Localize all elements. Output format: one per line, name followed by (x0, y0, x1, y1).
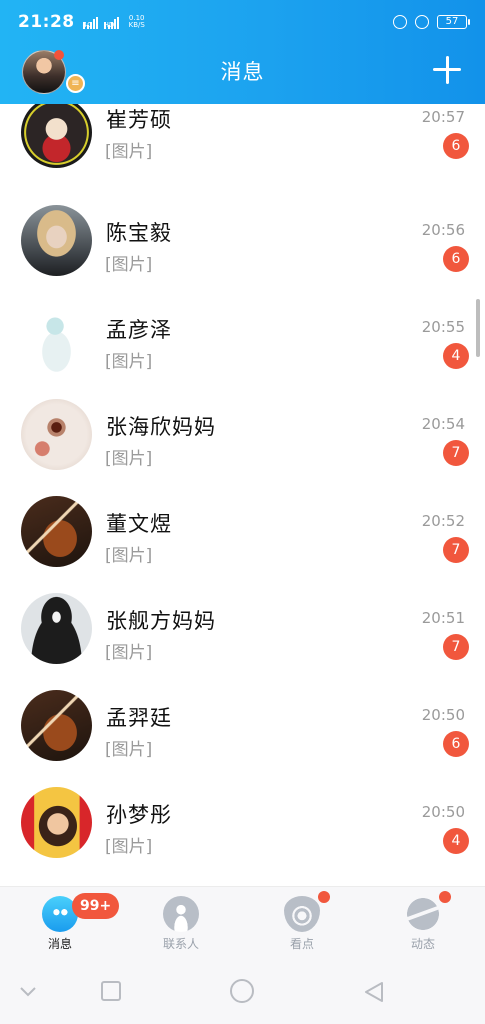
status-bar: 21:28 4G HD 0.10 KB/S 57 (0, 0, 485, 44)
signal-icon: 4G (82, 17, 98, 29)
message-time: 20:55 (421, 318, 465, 336)
contact-name: 陈宝毅 (106, 221, 172, 245)
unread-count-badge: 99+ (72, 893, 120, 919)
avatar (21, 302, 92, 373)
system-nav-bar (0, 958, 485, 1024)
plus-icon[interactable] (433, 56, 461, 84)
message-preview: [图片] (105, 643, 153, 663)
message-preview: [图片] (105, 837, 153, 857)
avatar (21, 787, 92, 858)
chat-row[interactable]: 孟羿廷 [图片] 20:50 6 (0, 666, 485, 763)
avatar (21, 205, 92, 276)
lock-rotation-icon (393, 15, 407, 29)
contact-name: 孟彦泽 (106, 318, 172, 342)
signal-indicators: 4G HD 0.10 KB/S (82, 14, 145, 29)
message-time: 20:56 (421, 221, 465, 239)
unread-badge: 6 (443, 246, 469, 272)
unread-badge: 4 (443, 343, 469, 369)
contact-name: 张海欣妈妈 (106, 415, 216, 439)
tab-bar: 消息 99+ 联系人 看点 动态 (0, 886, 485, 958)
message-preview: [图片] (105, 546, 153, 566)
signal-icon: HD (103, 17, 119, 29)
tab-discover[interactable]: 看点 (262, 887, 342, 959)
message-preview: [图片] (105, 352, 153, 372)
tab-label: 动态 (410, 937, 435, 951)
contact-name: 崔芳硕 (106, 108, 172, 132)
notification-dot (318, 891, 330, 903)
message-time: 20:51 (421, 609, 465, 627)
back-button[interactable] (362, 980, 386, 1004)
unread-badge: 6 (443, 133, 469, 159)
tab-label: 联系人 (162, 937, 199, 951)
status-right: 57 (393, 15, 470, 29)
unread-badge: 7 (443, 634, 469, 660)
contact-name: 孙梦彤 (106, 803, 172, 827)
notification-dot (439, 891, 451, 903)
message-time: 20:50 (421, 803, 465, 821)
message-preview: [图片] (105, 740, 153, 760)
unread-badge: 4 (443, 828, 469, 854)
person-icon (163, 896, 199, 932)
tab-label: 看点 (289, 937, 314, 951)
planet-icon (405, 896, 441, 932)
eye-icon (284, 896, 320, 932)
avatar (21, 104, 92, 168)
chat-row[interactable]: 崔芳硕 [图片] 20:57 6 (0, 104, 485, 181)
unread-badge: 7 (443, 537, 469, 563)
tab-label: 消息 (47, 937, 72, 951)
contact-name: 董文煜 (106, 512, 172, 536)
avatar (21, 690, 92, 761)
status-time: 21:28 (18, 12, 75, 32)
tab-contacts[interactable]: 联系人 (141, 887, 221, 959)
message-time: 20:50 (421, 706, 465, 724)
chat-row[interactable]: 张海欣妈妈 [图片] 20:54 7 (0, 375, 485, 472)
network-speed: 0.10 KB/S (128, 14, 145, 29)
battery-icon: 57 (437, 15, 470, 29)
home-button[interactable] (229, 978, 255, 1004)
message-time: 20:57 (421, 108, 465, 126)
nav-bar: ≡ 消息 (0, 44, 485, 104)
message-time: 20:54 (421, 415, 465, 433)
contact-name: 孟羿廷 (106, 706, 172, 730)
avatar (21, 399, 92, 470)
chat-row[interactable]: 孟彦泽 [图片] 20:55 4 (0, 278, 485, 375)
recents-button[interactable] (100, 980, 122, 1002)
page-title: 消息 (220, 60, 265, 84)
message-preview: [图片] (105, 255, 153, 275)
chat-list[interactable]: 崔芳硕 [图片] 20:57 6 陈宝毅 [图片] 20:56 6 孟彦泽 [图… (0, 104, 485, 886)
unread-badge: 6 (443, 731, 469, 757)
message-time: 20:52 (421, 512, 465, 530)
message-preview: [图片] (105, 142, 153, 162)
chat-row[interactable]: 张舰方妈妈 [图片] 20:51 7 (0, 569, 485, 666)
chat-row[interactable]: 董文煜 [图片] 20:52 7 (0, 472, 485, 569)
avatar (21, 593, 92, 664)
scrollbar[interactable] (476, 299, 480, 357)
chat-row[interactable]: 孙梦彤 [图片] 20:50 4 (0, 763, 485, 860)
chat-row[interactable]: 陈宝毅 [图片] 20:56 6 (0, 181, 485, 278)
tab-moments[interactable]: 动态 (383, 887, 463, 959)
unread-badge: 7 (443, 440, 469, 466)
app-header: 21:28 4G HD 0.10 KB/S 57 ≡ 消息 (0, 0, 485, 104)
chevron-down-icon[interactable] (18, 984, 38, 998)
alarm-icon (415, 15, 429, 29)
avatar (21, 496, 92, 567)
contact-name: 张舰方妈妈 (106, 609, 216, 633)
message-preview: [图片] (105, 449, 153, 469)
